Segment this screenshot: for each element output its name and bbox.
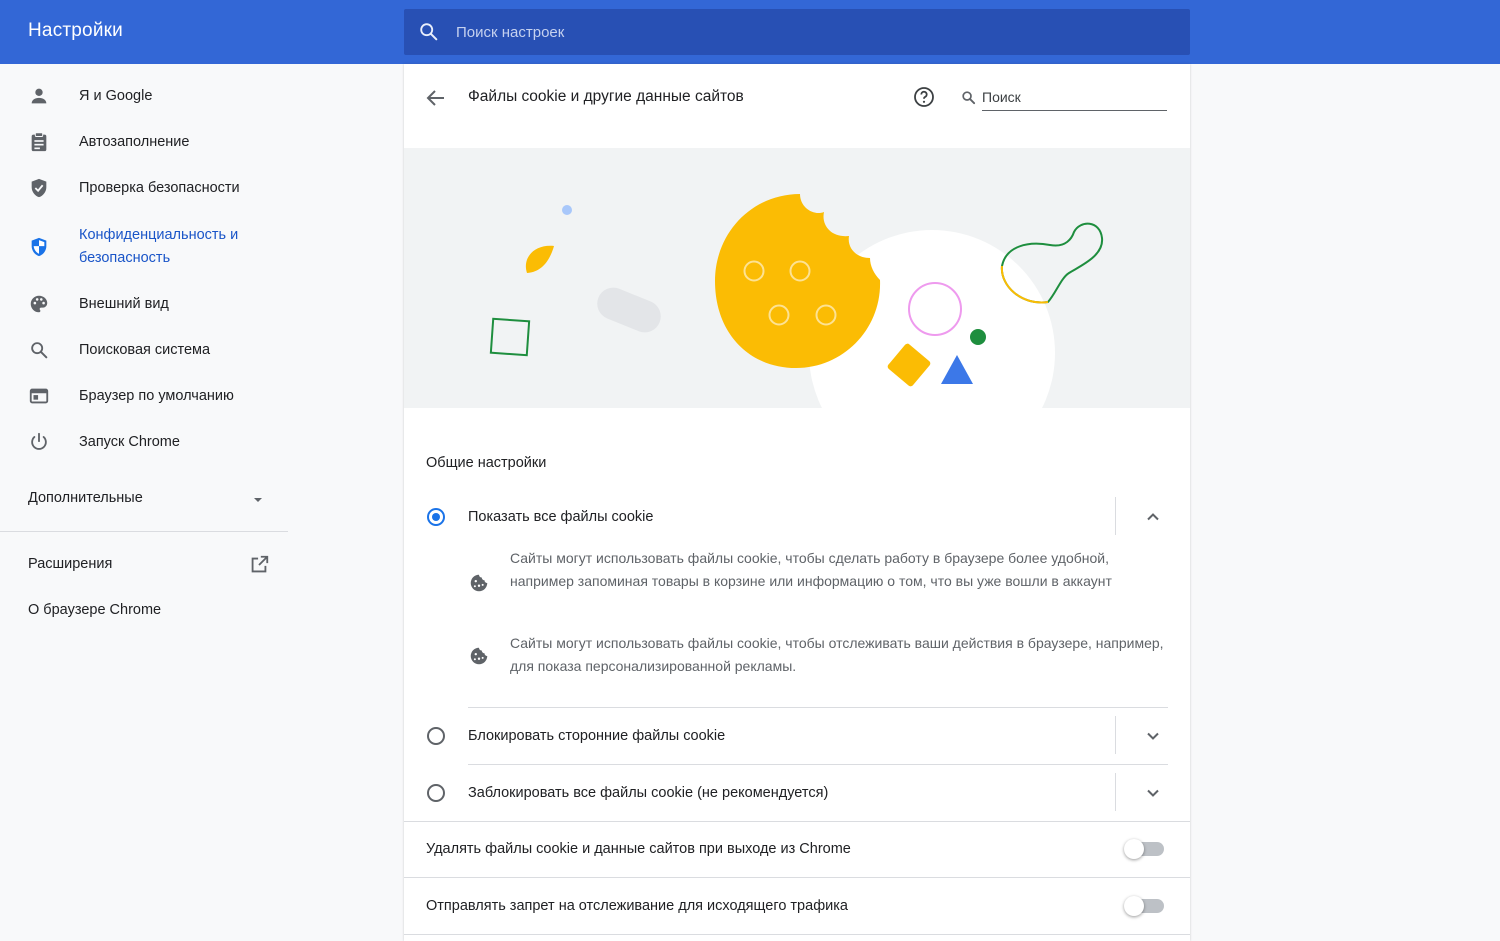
sidebar-item-label: Браузер по умолчанию bbox=[79, 387, 234, 404]
chevron-down-icon[interactable] bbox=[1145, 785, 1161, 801]
settings-search-box[interactable] bbox=[404, 9, 1190, 55]
dropdown-arrow-icon bbox=[254, 498, 262, 502]
sidebar-item-default-browser[interactable]: Браузер по умолчанию bbox=[0, 374, 290, 418]
shield-check-icon bbox=[31, 178, 47, 198]
chevron-up-icon[interactable] bbox=[1145, 509, 1161, 525]
sidebar-item-you-and-google[interactable]: Я и Google bbox=[0, 74, 290, 118]
cookie-icon bbox=[470, 647, 488, 665]
sidebar-divider bbox=[0, 531, 288, 532]
page-title: Файлы cookie и другие данные сайтов bbox=[468, 88, 744, 105]
sidebar-item-about-chrome[interactable]: О браузере Chrome bbox=[28, 602, 161, 618]
sidebar-item-label: Я и Google bbox=[79, 87, 153, 104]
person-icon bbox=[31, 88, 47, 104]
cookies-settings-card: Файлы cookie и другие данные сайтов Поис… bbox=[404, 64, 1190, 941]
back-arrow-icon[interactable] bbox=[424, 86, 448, 110]
description-tracking: Сайты могут использовать файлы cookie, ч… bbox=[468, 632, 1168, 680]
sidebar: Я и Google Автозаполнение Проверка безоп… bbox=[0, 64, 290, 941]
cookie-search[interactable] bbox=[958, 84, 1168, 112]
vertical-separator bbox=[1115, 716, 1116, 754]
option-label: Заблокировать все файлы cookie (не реком… bbox=[468, 785, 829, 801]
sidebar-item-privacy[interactable]: Конфиденциальность и безопасность bbox=[0, 212, 290, 282]
open-in-new-icon bbox=[251, 555, 269, 573]
setting-clear-on-exit: Удалять файлы cookie и данные сайтов при… bbox=[404, 821, 1190, 877]
sidebar-item-label: Поисковая система bbox=[79, 341, 211, 358]
cookies-illustration bbox=[404, 148, 1190, 408]
toggle-label: Отправлять запрет на отслеживание для ис… bbox=[426, 898, 848, 914]
cookie-icon bbox=[470, 574, 488, 592]
sidebar-item-label: Конфиденциальность и безопасность bbox=[79, 227, 239, 266]
search-icon bbox=[420, 23, 438, 41]
vertical-separator bbox=[1115, 773, 1116, 811]
radio-block-all[interactable] bbox=[427, 784, 445, 802]
description-text: Сайты могут использовать файлы cookie, ч… bbox=[510, 550, 1112, 590]
do-not-track-toggle[interactable] bbox=[1124, 896, 1164, 916]
sidebar-item-on-startup[interactable]: Запуск Chrome bbox=[0, 420, 290, 464]
card-header: Файлы cookie и другие данные сайтов bbox=[404, 64, 1190, 148]
option-block-all-cookies[interactable]: Заблокировать все файлы cookie (не реком… bbox=[404, 765, 1190, 821]
option-label: Блокировать сторонние файлы cookie bbox=[468, 728, 726, 744]
browser-window-icon bbox=[29, 388, 49, 404]
advanced-section-toggle[interactable]: Дополнительные bbox=[28, 490, 268, 506]
search-icon bbox=[31, 342, 48, 359]
cookie-illustration-graphic bbox=[489, 194, 1104, 408]
sidebar-item-appearance[interactable]: Внешний вид bbox=[0, 282, 290, 326]
sidebar-item-label: Автозаполнение bbox=[79, 133, 190, 150]
option-allow-all-cookies[interactable]: Показать все файлы cookie bbox=[404, 489, 1190, 545]
cookie-search-input[interactable] bbox=[982, 84, 1167, 111]
extensions-label: Расширения bbox=[28, 556, 113, 572]
advanced-label: Дополнительные bbox=[28, 490, 143, 506]
sidebar-item-label: Запуск Chrome bbox=[79, 433, 180, 450]
sidebar-item-extensions[interactable]: Расширения bbox=[28, 555, 270, 573]
power-icon bbox=[31, 432, 47, 450]
app-title: Настройки bbox=[28, 20, 123, 41]
section-title-general: Общие настройки bbox=[426, 455, 547, 471]
security-shield-icon bbox=[31, 237, 47, 257]
option-block-third-party[interactable]: Блокировать сторонние файлы cookie bbox=[404, 708, 1190, 764]
sidebar-item-autofill[interactable]: Автозаполнение bbox=[0, 120, 290, 164]
sidebar-item-search-engine[interactable]: Поисковая система bbox=[0, 328, 290, 372]
clear-on-exit-toggle[interactable] bbox=[1124, 839, 1164, 859]
toggle-label: Удалять файлы cookie и данные сайтов при… bbox=[426, 841, 851, 857]
radio-block-third-party[interactable] bbox=[427, 727, 445, 745]
search-icon bbox=[962, 91, 976, 105]
vertical-separator bbox=[1115, 497, 1116, 535]
description-convenience: Сайты могут использовать файлы cookie, ч… bbox=[468, 547, 1168, 619]
setting-do-not-track: Отправлять запрет на отслеживание для ис… bbox=[404, 878, 1190, 934]
settings-search-input[interactable] bbox=[456, 9, 1156, 55]
sidebar-item-label: Проверка безопасности bbox=[79, 179, 240, 196]
help-icon[interactable] bbox=[912, 85, 936, 109]
option-label: Показать все файлы cookie bbox=[468, 509, 654, 525]
about-label: О браузере Chrome bbox=[28, 602, 162, 618]
chevron-down-icon[interactable] bbox=[1145, 728, 1161, 744]
sidebar-item-label: Внешний вид bbox=[79, 295, 169, 312]
sidebar-item-safety-check[interactable]: Проверка безопасности bbox=[0, 166, 290, 210]
radio-allow-all[interactable] bbox=[427, 508, 445, 526]
divider bbox=[404, 934, 1190, 935]
description-text: Сайты могут использовать файлы cookie, ч… bbox=[510, 635, 1164, 675]
top-bar: Настройки bbox=[0, 0, 1500, 64]
clipboard-icon bbox=[31, 132, 47, 152]
palette-icon bbox=[30, 295, 48, 313]
